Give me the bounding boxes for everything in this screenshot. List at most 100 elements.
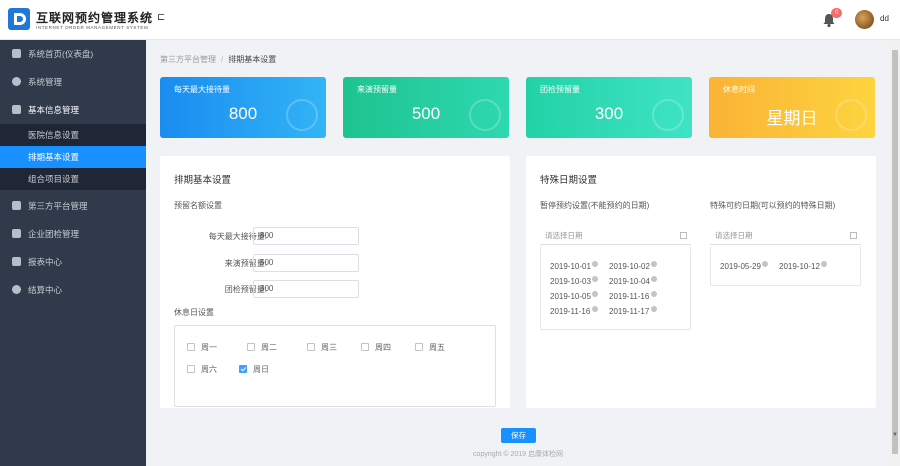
breadcrumb-current: 排期基本设置 xyxy=(228,55,277,64)
weekday-label: 周三 xyxy=(321,343,337,352)
calendar-icon xyxy=(850,232,857,239)
app-subtitle: INTERNET ORDER MANAGEMENT SYSTEM xyxy=(36,25,149,30)
pause-date-picker[interactable]: 请选择日期 xyxy=(540,228,691,245)
date-tag: 2019-10-12 xyxy=(779,262,820,271)
breadcrumb-parent[interactable]: 第三方平台管理 xyxy=(160,55,216,64)
weekday-label: 周五 xyxy=(429,343,445,352)
stat-card-walkin-reserve: 来演预留量 500 xyxy=(343,77,509,138)
available-date-picker[interactable]: 请选择日期 xyxy=(710,228,861,245)
date-tag: 2019-10-02 xyxy=(609,262,650,271)
gear-icon xyxy=(12,77,21,86)
remove-date-icon[interactable] xyxy=(592,261,598,267)
weekday-label: 周二 xyxy=(261,343,277,352)
checkbox-thu[interactable] xyxy=(361,343,369,351)
users-icon xyxy=(12,229,21,238)
panel-title: 排期基本设置 xyxy=(174,175,232,186)
user-avatar[interactable] xyxy=(855,10,874,29)
sidebar-item-label: 基本信息管理 xyxy=(28,105,80,115)
stat-label: 每天最大接待量 xyxy=(174,85,230,94)
vertical-scrollbar[interactable]: ▼ xyxy=(890,40,900,466)
menu-collapse-icon[interactable]: ⊏ xyxy=(157,12,165,23)
remove-date-icon[interactable] xyxy=(592,306,598,312)
sidebar-item-basic-info[interactable]: 基本信息管理 xyxy=(0,96,146,124)
sidebar-item-label: 系统首页(仪表盘) xyxy=(28,49,94,59)
sidebar-item-label: 第三方平台管理 xyxy=(28,201,88,211)
sidebar-item-third-party[interactable]: 第三方平台管理 xyxy=(0,192,146,220)
submenu-combo-items[interactable]: 组合项目设置 xyxy=(0,168,146,190)
available-dates-label: 特殊可约日期(可以预约的特殊日期) xyxy=(710,201,836,210)
remove-date-icon[interactable] xyxy=(651,261,657,267)
stat-value: 800 xyxy=(228,104,258,123)
reserve-section-label: 预留名额设置 xyxy=(174,201,222,210)
group-reserve-input[interactable]: 300 xyxy=(253,280,359,298)
stat-value: 500 xyxy=(411,104,441,123)
submenu-hospital-info[interactable]: 医院信息设置 xyxy=(0,124,146,146)
copyright-text: copyright © 2019 启康体检网 xyxy=(473,451,563,458)
sidebar-item-system[interactable]: 系统管理 xyxy=(0,68,146,96)
sidebar-item-label: 企业团检管理 xyxy=(28,229,80,239)
date-tag: 2019-10-01 xyxy=(550,262,591,271)
date-tag: 2019-10-03 xyxy=(550,277,591,286)
stat-card-max-capacity: 每天最大接待量 800 xyxy=(160,77,326,138)
panel-title: 特殊日期设置 xyxy=(540,175,598,186)
sidebar-item-label: 系统管理 xyxy=(28,77,63,87)
checkbox-mon[interactable] xyxy=(187,343,195,351)
save-button[interactable]: 保存 xyxy=(501,428,536,443)
remove-date-icon[interactable] xyxy=(592,291,598,297)
weekday-label: 周六 xyxy=(201,365,217,374)
sidebar-item-reports[interactable]: 报表中心 xyxy=(0,248,146,276)
remove-date-icon[interactable] xyxy=(821,261,827,267)
sidebar-item-dashboard[interactable]: 系统首页(仪表盘) xyxy=(0,40,146,68)
sidebar-item-label: 结算中心 xyxy=(28,285,63,295)
submenu-schedule-settings[interactable]: 排期基本设置 xyxy=(0,146,146,168)
stat-label: 来演预留量 xyxy=(357,85,397,94)
rest-day-label: 休息日设置 xyxy=(174,308,214,317)
date-tag: 2019-11-16 xyxy=(550,307,591,316)
top-header: 互联网预约管理系统 INTERNET ORDER MANAGEMENT SYST… xyxy=(0,0,900,40)
date-picker-placeholder: 请选择日期 xyxy=(715,231,753,240)
sidebar-item-group-check[interactable]: 企业团检管理 xyxy=(0,220,146,248)
walkin-reserve-input[interactable]: 500 xyxy=(253,254,359,272)
scroll-down-icon[interactable]: ▼ xyxy=(892,432,898,438)
checkbox-wed[interactable] xyxy=(307,343,315,351)
date-tag: 2019-10-04 xyxy=(609,277,650,286)
checkbox-sat[interactable] xyxy=(187,365,195,373)
sidebar: 系统首页(仪表盘) 系统管理 基本信息管理 医院信息设置 排期基本设置 组合项目… xyxy=(0,40,146,466)
main-content: 第三方平台管理 / 排期基本设置 每天最大接待量 800 来演预留量 500 团检预… xyxy=(146,40,890,466)
pause-dates-list: 2019-10-01 2019-10-02 2019-10-03 2019-10… xyxy=(540,246,691,330)
checkbox-fri[interactable] xyxy=(415,343,423,351)
stat-label: 休息时间 xyxy=(723,85,755,94)
link-icon xyxy=(12,201,21,210)
remove-date-icon[interactable] xyxy=(651,291,657,297)
app-logo-icon xyxy=(8,8,30,30)
weekday-label: 周四 xyxy=(375,343,391,352)
sidebar-item-label: 报表中心 xyxy=(28,257,63,267)
chart-icon xyxy=(12,257,21,266)
stat-card-rest-day: 休息时间 星期日 xyxy=(709,77,875,138)
checkbox-sun[interactable] xyxy=(239,365,247,373)
notification-badge: 0 xyxy=(831,8,843,18)
stat-value: 300 xyxy=(594,104,624,123)
date-tag: 2019-11-17 xyxy=(609,307,650,316)
remove-date-icon[interactable] xyxy=(651,276,657,282)
sidebar-item-settlement[interactable]: 结算中心 xyxy=(0,276,146,304)
scrollbar-thumb[interactable] xyxy=(892,50,898,454)
user-name[interactable]: dd xyxy=(880,14,889,23)
weekday-label: 周日 xyxy=(253,365,269,374)
list-icon xyxy=(12,105,21,114)
breadcrumb-separator: / xyxy=(221,55,224,64)
remove-date-icon[interactable] xyxy=(592,276,598,282)
remove-date-icon[interactable] xyxy=(762,261,768,267)
date-tag: 2019-05-29 xyxy=(720,262,761,271)
max-capacity-input[interactable]: 800 xyxy=(253,227,359,245)
checkbox-tue[interactable] xyxy=(247,343,255,351)
money-icon xyxy=(12,285,21,294)
date-tag: 2019-10-05 xyxy=(550,292,591,301)
special-dates-panel: 特殊日期设置 暂停预约设置(不能预约的日期) 特殊可约日期(可以预约的特殊日期)… xyxy=(526,156,876,408)
weekday-checkbox-group: 周一 周二 周三 周四 周五 周六 周日 xyxy=(174,325,496,407)
stat-label: 团检预留量 xyxy=(540,85,580,94)
pause-dates-label: 暂停预约设置(不能预约的日期) xyxy=(540,201,650,210)
remove-date-icon[interactable] xyxy=(651,306,657,312)
stat-value: 星期日 xyxy=(766,109,818,128)
date-picker-placeholder: 请选择日期 xyxy=(545,231,583,240)
